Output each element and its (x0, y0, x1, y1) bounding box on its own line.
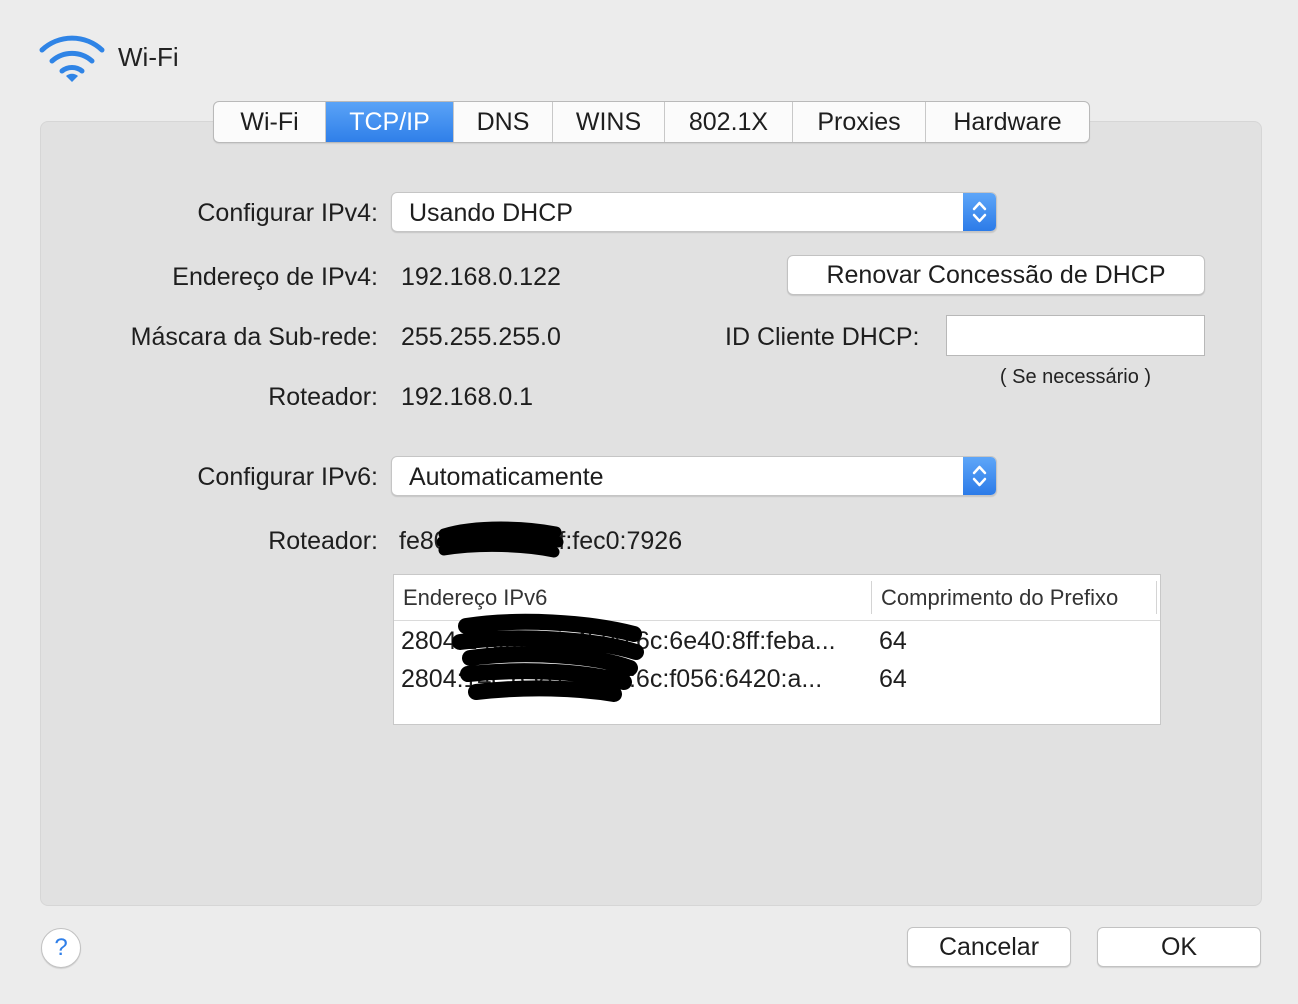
settings-panel (40, 121, 1262, 906)
renew-dhcp-button[interactable]: Renovar Concessão de DHCP (787, 255, 1205, 295)
subnet-mask-label: Máscara da Sub-rede: (130, 323, 378, 351)
router-label: Roteador: (268, 383, 378, 411)
popup-stepper-icon (963, 457, 996, 495)
router-value: 192.168.0.1 (401, 383, 534, 411)
help-button[interactable]: ? (41, 928, 81, 968)
configure-ipv4-popup[interactable]: Usando DHCP (391, 192, 997, 232)
redaction-scribble (452, 613, 644, 702)
column-divider (1156, 581, 1157, 614)
tab-dns[interactable]: DNS (454, 102, 553, 142)
tab-proxies[interactable]: Proxies (793, 102, 926, 142)
ipv4-address-value: 192.168.0.122 (401, 263, 561, 291)
dhcp-client-id-field[interactable] (946, 315, 1205, 356)
ipv6-router-label: Roteador: (268, 527, 378, 555)
column-header-prefix-length[interactable]: Comprimento do Prefixo (872, 575, 1156, 620)
dhcp-client-id-hint: ( Se necessário ) (999, 366, 1152, 388)
configure-ipv4-label: Configurar IPv4: (197, 199, 378, 227)
configure-ipv4-value: Usando DHCP (409, 199, 573, 227)
ok-button[interactable]: OK (1097, 927, 1261, 967)
cancel-button[interactable]: Cancelar (907, 927, 1071, 967)
tab-wins[interactable]: WINS (553, 102, 665, 142)
subnet-mask-value: 255.255.255.0 (401, 323, 561, 351)
tab-bar: Wi-Fi TCP/IP DNS WINS 802.1X Proxies Har… (213, 101, 1090, 143)
configure-ipv6-value: Automaticamente (409, 463, 604, 491)
prefix-length-cell: 64 (879, 665, 907, 693)
tab-8021x[interactable]: 802.1X (665, 102, 793, 142)
tab-wifi[interactable]: Wi-Fi (214, 102, 326, 142)
ipv4-address-label: Endereço de IPv4: (172, 263, 378, 291)
prefix-length-cell: 64 (879, 627, 907, 655)
configure-ipv6-popup[interactable]: Automaticamente (391, 456, 997, 496)
wifi-icon (39, 35, 105, 82)
popup-stepper-icon (963, 193, 996, 231)
configure-ipv6-label: Configurar IPv6: (197, 463, 378, 491)
dhcp-client-id-label: ID Cliente DHCP: (725, 323, 920, 351)
tab-tcpip[interactable]: TCP/IP (326, 102, 454, 142)
redaction-scribble (436, 521, 564, 558)
window-title: Wi-Fi (118, 42, 179, 72)
tab-hardware[interactable]: Hardware (926, 102, 1089, 142)
